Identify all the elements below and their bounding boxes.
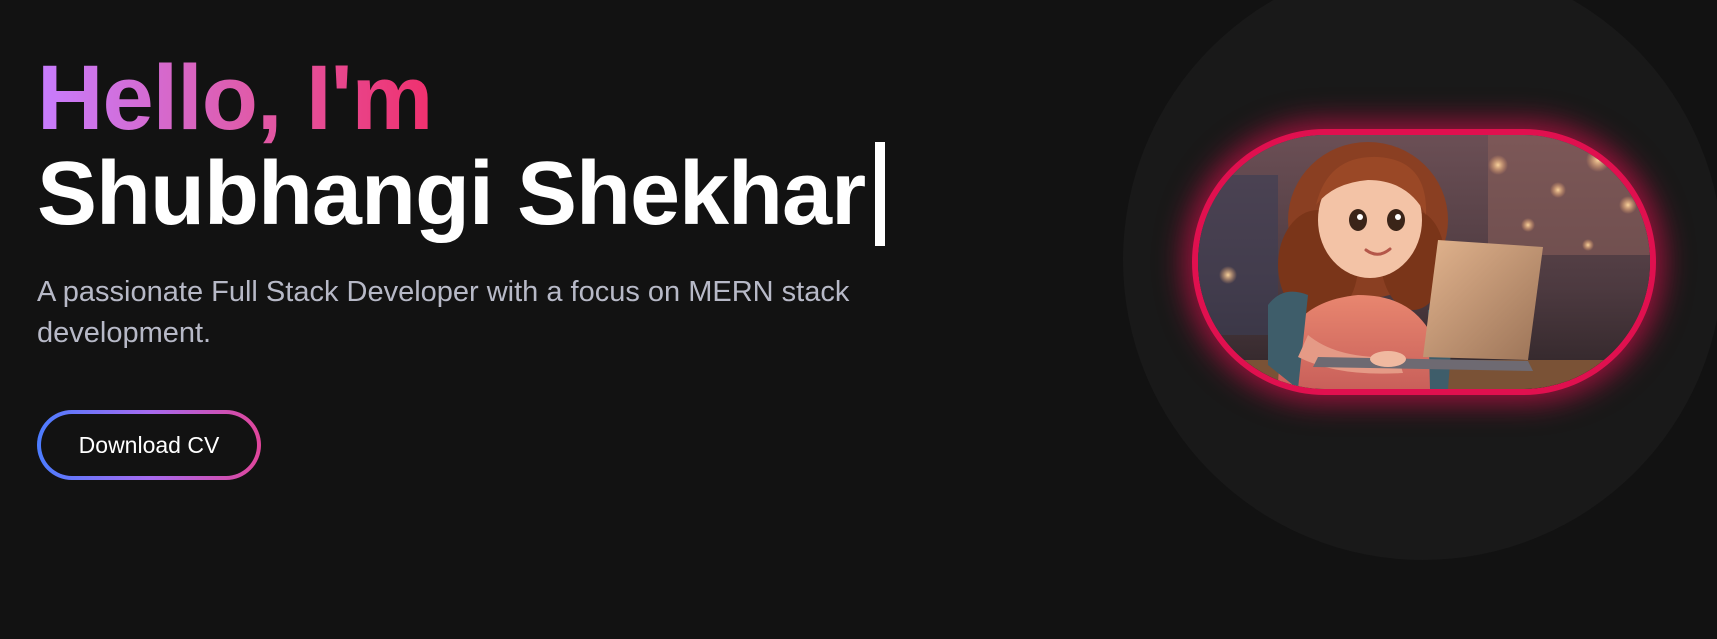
name-heading: Shubhangi Shekhar: [37, 142, 1017, 246]
tagline: A passionate Full Stack Developer with a…: [37, 276, 850, 350]
greeting-heading: Hello, I'm: [37, 47, 433, 149]
avatar-illustration-icon: [1198, 135, 1650, 389]
download-cv-button[interactable]: Download CV: [41, 414, 257, 477]
typing-cursor-icon: [875, 142, 886, 246]
download-cv-button-border[interactable]: Download CV: [37, 410, 261, 481]
avatar: [1198, 135, 1650, 389]
hero-section: Hello, I'm Shubhangi Shekhar A passionat…: [0, 0, 1717, 639]
name-text: Shubhangi Shekhar: [37, 144, 866, 244]
hero-text-block: Hello, I'm Shubhangi Shekhar A passionat…: [37, 47, 1017, 481]
